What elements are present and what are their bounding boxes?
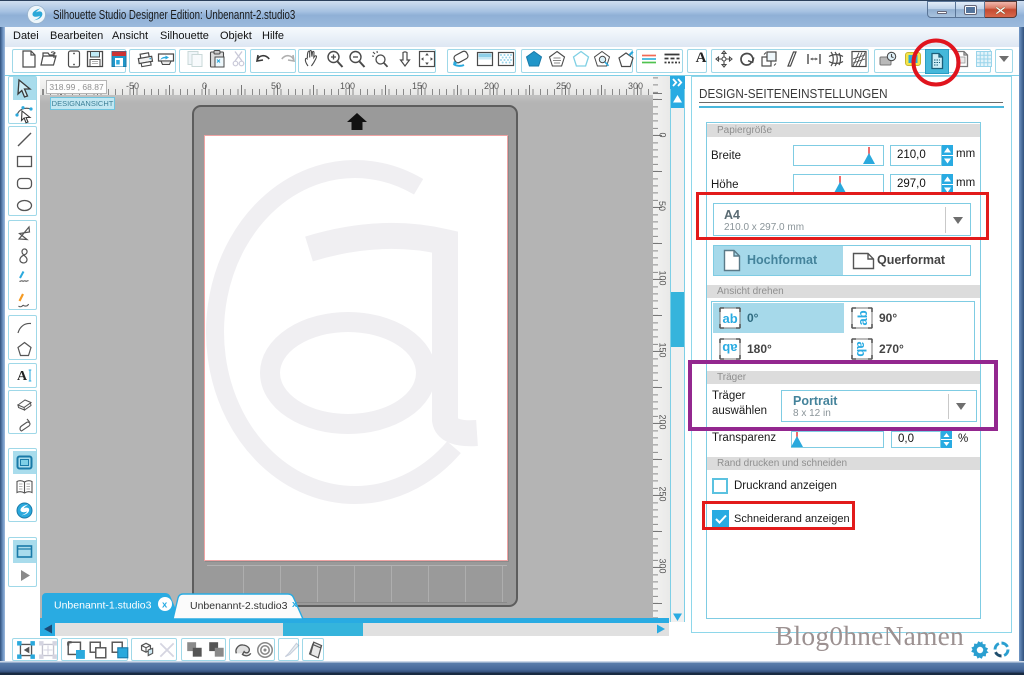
svg-text:Unbenannt-1.studio3: Unbenannt-1.studio3: [54, 600, 152, 612]
svg-text:ab: ab: [855, 310, 870, 325]
svg-text:Unbenannt-2.studio3: Unbenannt-2.studio3: [190, 600, 288, 612]
svg-text:x: x: [292, 599, 298, 610]
svg-text:ab: ab: [722, 341, 737, 356]
svg-text:x: x: [162, 600, 168, 611]
svg-text:A: A: [17, 369, 28, 384]
svg-text:ab: ab: [723, 311, 738, 326]
svg-text:ab: ab: [854, 342, 869, 357]
